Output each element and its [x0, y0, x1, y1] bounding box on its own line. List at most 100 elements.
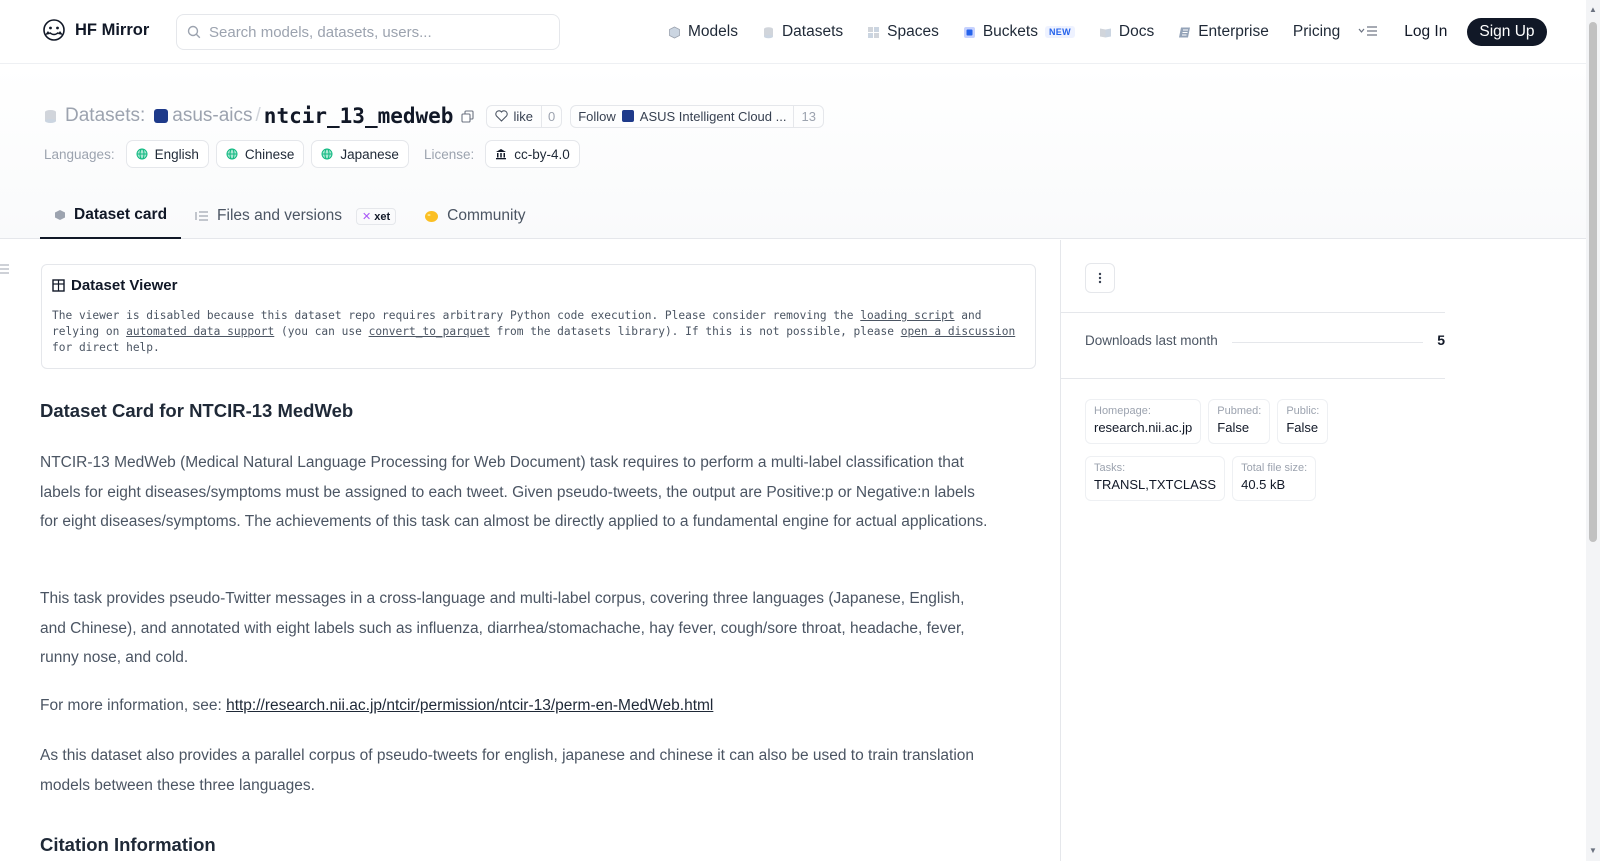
hf-logo-icon [43, 19, 65, 41]
follower-count: 13 [793, 105, 822, 127]
convert-to-parquet-link[interactable]: convert_to_parquet [369, 325, 490, 338]
org-name-link[interactable]: asus-aics [172, 105, 252, 127]
datasets-icon [763, 26, 773, 38]
signup-button[interactable]: Sign Up [1467, 18, 1547, 46]
viewer-msg-text: The viewer is disabled because this data… [52, 309, 861, 322]
kebab-icon [1098, 272, 1102, 284]
follow-org-name: ASUS Intelligent Cloud ... [639, 108, 787, 124]
tag-label: cc-by-4.0 [514, 146, 570, 162]
nav-link-label: Datasets [781, 23, 844, 40]
more-options-button[interactable] [1085, 263, 1115, 293]
card-paragraph-1: NTCIR-13 MedWeb (Medical Natural Languag… [40, 454, 988, 530]
dataset-viewer-panel: Dataset Viewer The viewer is disabled be… [41, 264, 1036, 369]
tab-dataset-card[interactable]: Dataset card [40, 193, 182, 239]
like-button[interactable]: like 0 [486, 104, 563, 128]
viewer-title-text: Dataset Viewer [71, 277, 178, 294]
tag-language-english[interactable]: English [125, 140, 209, 168]
open-discussion-link[interactable]: open a discussion [901, 325, 1016, 338]
repo-header: Datasets: asus-aics / ntcir_13_medweb li… [0, 65, 1586, 239]
nav-link-label: Enterprise [1198, 23, 1269, 40]
repo-name[interactable]: ntcir_13_medweb [264, 104, 454, 128]
bank-icon [496, 149, 507, 160]
license-label: License: [423, 146, 475, 162]
xet-label: xet [374, 210, 391, 223]
login-link[interactable]: Log In [1404, 23, 1447, 41]
buckets-icon [963, 26, 975, 38]
org-avatar-small [621, 110, 634, 122]
nav-link-models[interactable]: Models [668, 23, 738, 41]
heart-icon [495, 110, 509, 122]
viewer-disabled-message: The viewer is disabled because this data… [52, 308, 1025, 356]
tag-language-japanese[interactable]: Japanese [311, 140, 409, 168]
viewer-msg-text: for direct help. [52, 341, 160, 354]
card-paragraph-3: For more information, see: http://resear… [40, 691, 990, 721]
meta-value: False [1217, 420, 1250, 435]
languages-label: Languages: [44, 146, 115, 162]
nav-link-label: Spaces [887, 23, 939, 40]
scrollbar-thumb[interactable] [1589, 22, 1597, 542]
scroll-up-arrow-icon[interactable]: ▲ [1589, 5, 1597, 14]
meta-homepage[interactable]: Homepage: research.nii.ac.jp [1085, 399, 1202, 444]
nav-link-spaces[interactable]: Spaces [867, 23, 939, 41]
table-icon [52, 279, 65, 292]
meta-value: 40.5 kB [1241, 477, 1286, 492]
tab-label: Community [447, 207, 526, 224]
meta-key: Tasks: [1094, 462, 1126, 474]
globe-icon [226, 148, 238, 160]
divider [1061, 312, 1445, 313]
enterprise-icon [1179, 27, 1191, 37]
card-paragraph-2: This task provides pseudo-Twitter messag… [40, 590, 965, 666]
search-input[interactable] [209, 23, 539, 41]
list-icon [0, 264, 9, 274]
tag-license[interactable]: cc-by-4.0 [485, 140, 580, 168]
repo-type-label[interactable]: Datasets: [65, 105, 145, 127]
tag-label: Japanese [340, 146, 399, 162]
nav-link-enterprise[interactable]: Enterprise [1178, 23, 1269, 41]
meta-value: False [1286, 420, 1319, 435]
tag-language-chinese[interactable]: Chinese [215, 140, 305, 168]
nav-link-pricing[interactable]: Pricing [1293, 23, 1340, 41]
brand-logo[interactable]: HF Mirror [42, 18, 149, 42]
search-box[interactable] [176, 14, 560, 50]
meta-tasks: Tasks: TRANSL,TXTCLASS [1085, 456, 1226, 501]
main-content: Dataset Viewer The viewer is disabled be… [0, 240, 1060, 861]
follow-button[interactable]: Follow ASUS Intelligent Cloud ... 13 [570, 104, 824, 128]
community-icon [425, 210, 439, 222]
docs-icon [1099, 28, 1111, 37]
follow-label: Follow [578, 108, 616, 124]
meta-total-file-size: Total file size: 40.5 kB [1232, 456, 1317, 501]
dataset-card-heading: Dataset Card for NTCIR-13 MedWeb [40, 400, 354, 421]
nav-link-label: Docs [1118, 23, 1155, 40]
automated-data-support-link[interactable]: automated data support [126, 325, 274, 338]
spaces-icon [868, 26, 880, 38]
scroll-down-arrow-icon[interactable]: ▼ [1589, 846, 1597, 855]
meta-key: Pubmed: [1217, 405, 1262, 417]
tab-community[interactable]: Community [410, 193, 539, 239]
more-menu-button[interactable] [1358, 25, 1378, 40]
page-scrollbar[interactable]: ▲ ▼ [1586, 0, 1600, 861]
globe-icon [321, 148, 333, 160]
repo-title-row: Datasets: asus-aics / ntcir_13_medweb li… [44, 103, 824, 129]
nav-link-label: Pricing [1292, 23, 1341, 40]
nav-link-datasets[interactable]: Datasets [762, 23, 843, 41]
top-navbar: HF Mirror Models Datasets Spaces Buckets… [0, 0, 1586, 64]
dataset-card-icon [55, 210, 65, 220]
toc-toggle-button[interactable] [0, 263, 9, 277]
tag-label: Chinese [244, 146, 295, 162]
nav-link-docs[interactable]: Docs [1099, 23, 1154, 41]
globe-icon [136, 148, 148, 160]
copy-icon[interactable] [461, 109, 475, 123]
search-icon [187, 25, 201, 39]
viewer-msg-text: from the datasets library). If this is n… [489, 325, 901, 338]
tab-files-and-versions[interactable]: Files and versions ✕ xet [181, 193, 410, 239]
brand-name: HF Mirror [75, 20, 150, 39]
xet-icon: ✕ [361, 210, 372, 223]
models-icon [669, 26, 680, 38]
dataset-icon [45, 109, 56, 123]
nav-link-buckets[interactable]: Buckets NEW [963, 23, 1075, 41]
tab-label: Dataset card [74, 206, 168, 223]
new-badge: NEW [1044, 26, 1075, 38]
tab-label: Files and versions [217, 207, 342, 224]
loading-script-link[interactable]: loading script [860, 309, 954, 322]
medweb-info-link[interactable]: http://research.nii.ac.jp/ntcir/permissi… [226, 697, 713, 714]
